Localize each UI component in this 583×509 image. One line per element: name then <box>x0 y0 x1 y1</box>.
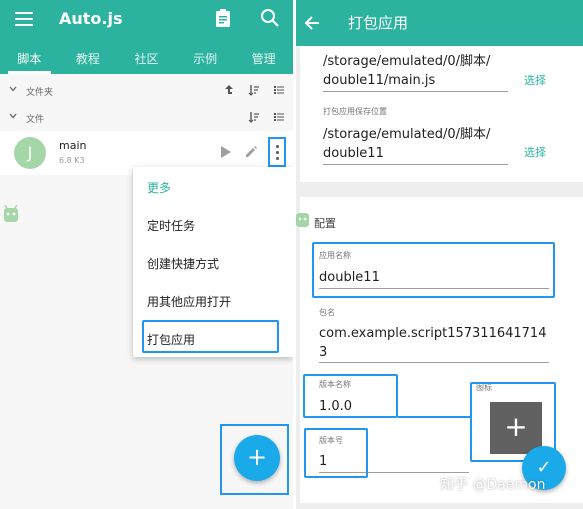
app-bar: Auto.js 脚本 教程 社区 示例 管理 <box>0 0 293 74</box>
save-select-button[interactable]: 选择 <box>524 144 546 160</box>
path-card: /storage/emulated/0/脚本/ double11/main.js… <box>300 46 583 182</box>
package-label: 包名 <box>319 308 335 317</box>
sort-icon[interactable] <box>248 84 260 96</box>
highlight-box <box>304 428 368 478</box>
save-path-line2: double11 <box>323 146 384 161</box>
section-folders[interactable]: 文件夹 <box>0 81 293 103</box>
menu-item-create-shortcut[interactable]: 创建快捷方式 <box>147 255 219 272</box>
page-title: 打包应用 <box>348 14 409 32</box>
package-field-line1[interactable]: com.example.script157311641714 <box>319 324 546 343</box>
source-select-button[interactable]: 选择 <box>524 72 546 88</box>
auto-js-main-screen: Auto.js 脚本 教程 社区 示例 管理 文件夹 文件 J main 6.8… <box>0 0 293 509</box>
menu-header: 更多 <box>147 181 172 195</box>
build-app-screen: 打包应用 /storage/emulated/0/脚本/ double11/ma… <box>296 0 583 509</box>
avatar: J <box>14 137 46 169</box>
chevron-down-icon <box>9 86 17 92</box>
menu-item-timed-task[interactable]: 定时任务 <box>147 217 195 234</box>
divider <box>323 164 508 165</box>
add-icon[interactable]: + <box>490 402 542 454</box>
highlight-box <box>312 242 555 298</box>
back-arrow-icon[interactable] <box>304 15 320 31</box>
more-vert-icon[interactable] <box>268 137 286 167</box>
add-button[interactable]: + <box>234 435 280 481</box>
config-title: 配置 <box>314 217 336 230</box>
connector-line <box>398 416 472 418</box>
save-location-label: 打包应用保存位置 <box>323 107 387 116</box>
chevron-down-icon <box>9 113 17 119</box>
app-bar: 打包应用 <box>296 0 583 46</box>
edit-icon[interactable] <box>244 145 258 159</box>
list-icon[interactable] <box>273 84 285 96</box>
tab-community[interactable]: 社区 <box>117 47 176 74</box>
tab-manage[interactable]: 管理 <box>234 47 293 74</box>
list-icon[interactable] <box>273 111 285 123</box>
script-icon <box>4 205 18 222</box>
sort-icon[interactable] <box>248 111 260 123</box>
highlight-box <box>303 374 398 418</box>
menu-item-open-with[interactable]: 用其他应用打开 <box>147 293 231 310</box>
script-icon <box>296 213 309 227</box>
divider <box>323 91 508 92</box>
section-label: 文件夹 <box>26 88 54 98</box>
watermark: 知乎 @Daemon <box>440 477 546 493</box>
play-icon[interactable] <box>220 145 232 159</box>
file-name: main <box>59 139 87 152</box>
search-icon[interactable] <box>260 8 280 28</box>
file-size: 6.8 K3 <box>59 156 85 165</box>
upload-icon[interactable] <box>222 84 234 96</box>
source-path-line1: /storage/emulated/0/脚本/ <box>323 54 491 69</box>
section-label: 文件 <box>26 115 45 125</box>
clipboard-icon[interactable] <box>215 8 231 27</box>
menu-icon[interactable] <box>15 12 33 26</box>
app-title: Auto.js <box>59 9 123 28</box>
section-files[interactable]: 文件 <box>0 108 293 130</box>
highlight-box <box>142 320 279 353</box>
tab-bar: 脚本 教程 社区 示例 管理 <box>0 47 293 74</box>
tab-scripts[interactable]: 脚本 <box>0 47 59 74</box>
tab-examples[interactable]: 示例 <box>176 47 235 74</box>
divider <box>319 362 549 363</box>
package-field-line2[interactable]: 3 <box>319 343 327 362</box>
source-path-line2: double11/main.js <box>323 73 436 88</box>
save-path-line1: /storage/emulated/0/脚本/ <box>323 127 491 142</box>
tab-tutorial[interactable]: 教程 <box>59 47 118 74</box>
